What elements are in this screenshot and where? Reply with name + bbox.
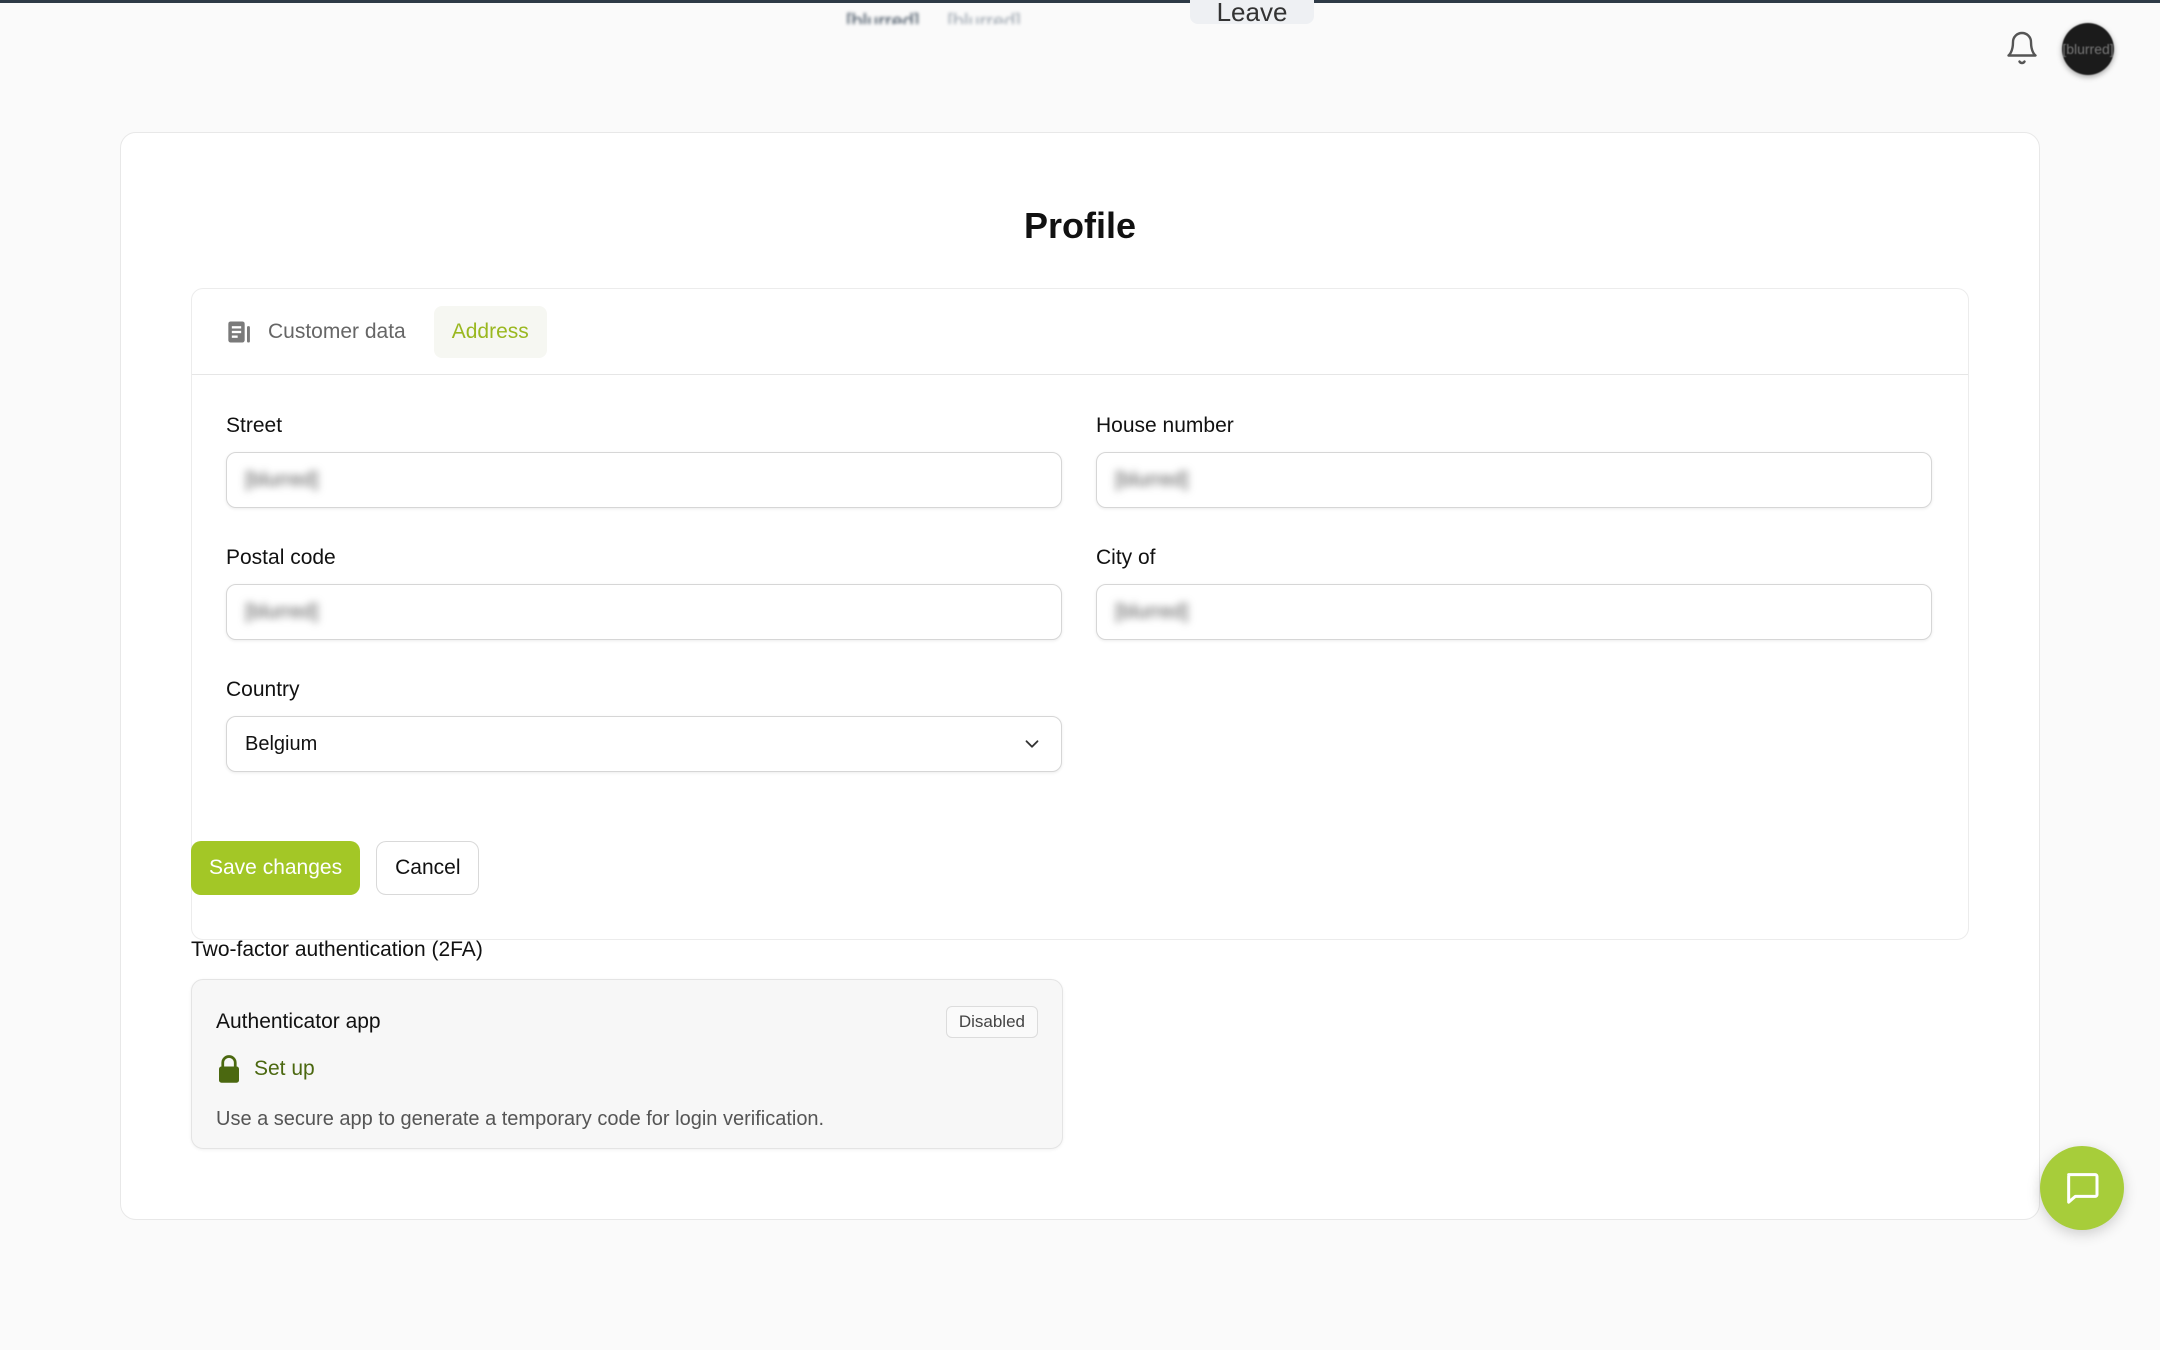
city-field: City of [blurred]: [1096, 546, 1932, 640]
authenticator-app-title: Authenticator app: [216, 1010, 381, 1033]
contact-card-icon: [228, 321, 250, 342]
house-number-label: House number: [1096, 414, 1234, 437]
top-border: [0, 0, 2160, 3]
postal-code-input[interactable]: [blurred]: [226, 584, 1062, 640]
city-input[interactable]: [blurred]: [1096, 584, 1932, 640]
tab-customer-data-label: Customer data: [268, 319, 406, 343]
bell-icon[interactable]: [2004, 30, 2040, 66]
profile-tabs: Customer data Address: [192, 289, 1968, 375]
chat-button[interactable]: [2040, 1146, 2124, 1230]
save-changes-button[interactable]: Save changes: [191, 841, 361, 895]
postal-code-value: [blurred]: [245, 600, 319, 623]
tfa-heading: Two-factor authentication (2FA): [191, 938, 483, 961]
chat-icon: [2067, 1173, 2099, 1204]
country-label: Country: [226, 678, 300, 701]
house-number-value: [blurred]: [1115, 468, 1189, 491]
form-actions: Save changes Cancel: [191, 841, 480, 895]
city-label: City of: [1096, 546, 1156, 569]
street-field: Street [blurred]: [226, 414, 1062, 508]
postal-code-label: Postal code: [226, 546, 336, 569]
country-value: Belgium: [245, 732, 318, 755]
profile-card: Profile Customer data Address Street [bl…: [120, 132, 2040, 1220]
set-up-label: Set up: [254, 1057, 315, 1080]
chevron-down-icon: [1025, 740, 1039, 748]
user-avatar[interactable]: [blurred]: [2062, 23, 2114, 75]
share-status-text: [blurred]: [846, 12, 920, 24]
city-value: [blurred]: [1115, 600, 1189, 623]
set-up-link[interactable]: Set up: [216, 1054, 315, 1084]
tab-customer-data[interactable]: Customer data: [226, 306, 424, 358]
tab-address[interactable]: Address: [433, 305, 547, 358]
postal-code-field: Postal code [blurred]: [226, 546, 1062, 640]
street-value: [blurred]: [245, 468, 319, 491]
lock-icon: [219, 1055, 239, 1083]
country-select[interactable]: Belgium: [226, 716, 1062, 772]
house-number-field: House number [blurred]: [1096, 414, 1932, 508]
street-label: Street: [226, 414, 283, 437]
status-badge: Disabled: [945, 1006, 1038, 1038]
tfa-description: Use a secure app to generate a temporary…: [216, 1108, 825, 1130]
authenticator-app-card: Authenticator app Disabled Set up Use a …: [191, 979, 1063, 1149]
country-field: Country Belgium: [226, 678, 1062, 772]
street-input[interactable]: [blurred]: [226, 452, 1062, 508]
tab-address-label: Address: [451, 319, 529, 343]
page-title: Profile: [1023, 205, 1137, 246]
avatar-initials: [blurred]: [2062, 41, 2114, 57]
share-status-subtext: [blurred]: [947, 12, 1021, 24]
house-number-input[interactable]: [blurred]: [1096, 452, 1932, 508]
screen-share-bar: [blurred] [blurred]: [846, 0, 1021, 24]
leave-button[interactable]: Leave: [1190, 0, 1314, 24]
cancel-button[interactable]: Cancel: [376, 841, 480, 895]
